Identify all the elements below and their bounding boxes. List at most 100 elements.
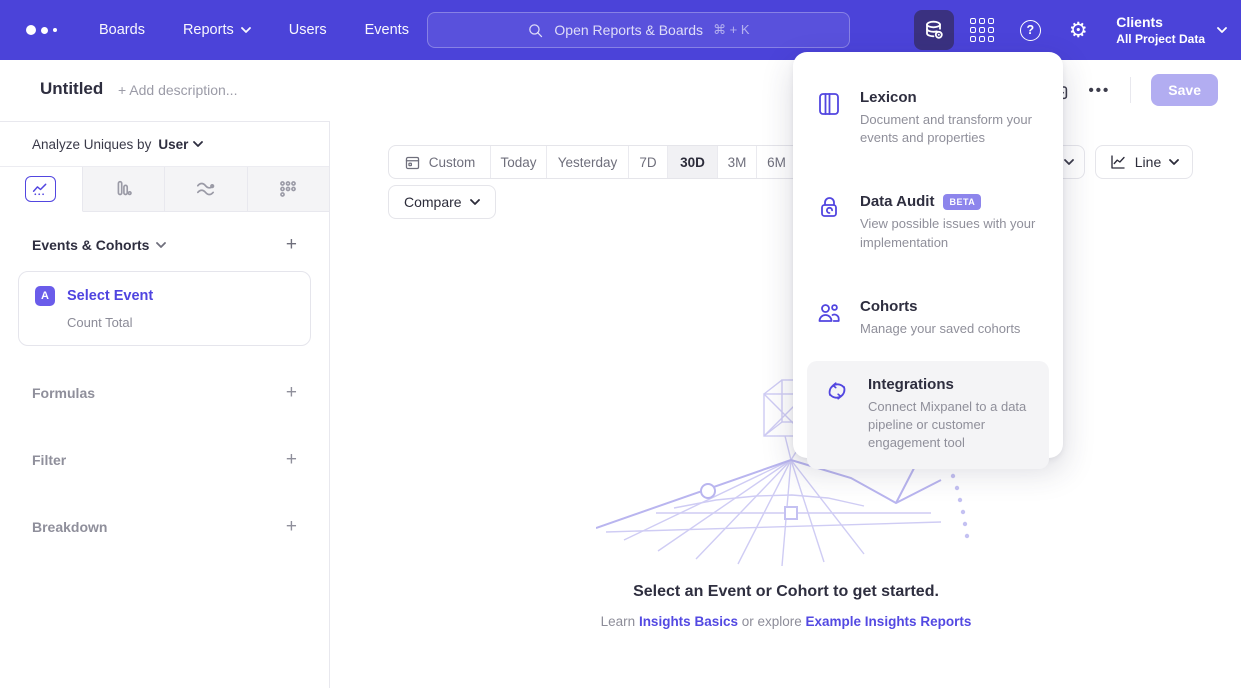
date-range-custom[interactable]: Custom bbox=[389, 146, 491, 178]
help-icon: ? bbox=[1020, 20, 1041, 41]
grid-icon bbox=[970, 18, 994, 42]
line-chart-icon bbox=[25, 176, 56, 202]
search-icon bbox=[527, 22, 544, 39]
menu-item-title: Integrations bbox=[868, 376, 954, 393]
data-management-button[interactable] bbox=[914, 10, 954, 50]
project-name: Clients bbox=[1116, 14, 1205, 30]
chart-type-tabs bbox=[0, 167, 329, 212]
filter-section: Filter + bbox=[32, 450, 297, 469]
mixpanel-logo-icon[interactable] bbox=[26, 25, 57, 35]
main-content: Custom Today Yesterday 7D 30D 3M 6M Comp… bbox=[331, 121, 1241, 688]
insights-basics-link[interactable]: Insights Basics bbox=[639, 614, 738, 629]
chart-type-dropdown[interactable]: Line bbox=[1095, 145, 1193, 179]
sidebar-sections: Events & Cohorts + A Select Event Count … bbox=[0, 235, 329, 536]
or-explore-text: or explore bbox=[738, 614, 806, 629]
analyze-label: Analyze Uniques by bbox=[32, 137, 151, 152]
nav-item-boards[interactable]: Boards bbox=[99, 22, 145, 38]
chevron-down-icon bbox=[193, 141, 203, 147]
menu-item-desc: Connect Mixpanel to a data pipeline or c… bbox=[868, 398, 1037, 453]
date-range-3m[interactable]: 3M bbox=[718, 146, 757, 178]
more-options-button[interactable]: ••• bbox=[1089, 83, 1111, 98]
database-gear-icon bbox=[922, 18, 946, 42]
query-sidebar: Analyze Uniques by User bbox=[0, 121, 330, 688]
chevron-down-icon bbox=[1217, 27, 1227, 33]
save-button[interactable]: Save bbox=[1151, 74, 1218, 106]
menu-item-integrations[interactable]: Integrations Connect Mixpanel to a data … bbox=[807, 361, 1049, 469]
report-header-actions: ••• Save bbox=[1048, 74, 1218, 106]
date-range-7d[interactable]: 7D bbox=[629, 146, 668, 178]
nav-menu: Boards Reports Users Events bbox=[99, 22, 409, 38]
tab-metrics-grid[interactable] bbox=[248, 167, 330, 211]
aggregation-selector[interactable]: Count Total bbox=[67, 315, 294, 330]
help-button[interactable]: ? bbox=[1010, 10, 1050, 50]
analyze-by-selector[interactable]: User bbox=[158, 137, 203, 152]
cohorts-people-icon bbox=[815, 299, 843, 327]
bar-chart-icon bbox=[112, 178, 134, 200]
add-event-button[interactable]: + bbox=[286, 235, 297, 254]
filter-label: Filter bbox=[32, 452, 66, 468]
menu-item-desc: View possible issues with your implement… bbox=[860, 215, 1038, 251]
lexicon-book-icon bbox=[815, 90, 843, 118]
chevron-down-icon bbox=[241, 27, 251, 33]
learn-prefix: Learn bbox=[601, 614, 639, 629]
line-chart-icon bbox=[1109, 153, 1127, 171]
date-range-30d[interactable]: 30D bbox=[668, 146, 718, 178]
chevron-down-icon bbox=[1169, 159, 1179, 165]
gear-icon: ⚙ bbox=[1069, 20, 1088, 41]
menu-item-title: Data Audit bbox=[860, 193, 934, 210]
menu-item-cohorts[interactable]: Cohorts Manage your saved cohorts bbox=[793, 287, 1063, 351]
menu-item-data-audit[interactable]: Data Audit BETA View possible issues wit… bbox=[793, 182, 1063, 264]
data-audit-icon bbox=[815, 194, 843, 222]
search-shortcut: ⌘ + K bbox=[713, 22, 750, 38]
breakdown-section: Breakdown + bbox=[32, 517, 297, 536]
series-badge: A bbox=[35, 286, 55, 306]
stream-icon bbox=[194, 178, 217, 201]
events-cohorts-toggle[interactable]: Events & Cohorts bbox=[32, 237, 166, 253]
search-input[interactable]: Open Reports & Boards ⌘ + K bbox=[427, 12, 850, 48]
date-range-yesterday[interactable]: Yesterday bbox=[547, 146, 629, 178]
menu-item-desc: Manage your saved cohorts bbox=[860, 320, 1020, 338]
add-description-field[interactable]: + Add description... bbox=[118, 82, 237, 98]
select-event-button[interactable]: Select Event bbox=[67, 288, 153, 304]
navbar-right: ? ⚙ Clients All Project Data bbox=[914, 0, 1227, 60]
analyze-row: Analyze Uniques by User bbox=[0, 122, 329, 167]
apps-grid-button[interactable] bbox=[962, 10, 1002, 50]
date-range-today[interactable]: Today bbox=[491, 146, 547, 178]
tab-flow-chart[interactable] bbox=[165, 167, 248, 211]
add-breakdown-button[interactable]: + bbox=[286, 517, 297, 536]
search-placeholder: Open Reports & Boards bbox=[554, 22, 703, 38]
tab-line-chart[interactable] bbox=[0, 167, 83, 212]
menu-item-title: Lexicon bbox=[860, 89, 917, 106]
chevron-down-icon bbox=[1064, 159, 1074, 165]
nav-item-users[interactable]: Users bbox=[289, 22, 327, 38]
events-cohorts-header: Events & Cohorts + bbox=[32, 235, 297, 254]
add-formula-button[interactable]: + bbox=[286, 383, 297, 402]
nav-item-reports[interactable]: Reports bbox=[183, 22, 251, 38]
menu-item-desc: Document and transform your events and p… bbox=[860, 111, 1038, 147]
settings-button[interactable]: ⚙ bbox=[1058, 10, 1098, 50]
formulas-label: Formulas bbox=[32, 385, 95, 401]
breakdown-label: Breakdown bbox=[32, 519, 107, 535]
formulas-section: Formulas + bbox=[32, 383, 297, 402]
nav-item-events[interactable]: Events bbox=[365, 22, 409, 38]
project-switcher[interactable]: Clients All Project Data bbox=[1116, 14, 1227, 46]
calendar-icon bbox=[404, 154, 421, 171]
integrations-sync-icon bbox=[823, 377, 851, 405]
top-navbar: Boards Reports Users Events Open Reports… bbox=[0, 0, 1241, 60]
dots-grid-icon bbox=[277, 178, 299, 200]
chevron-down-icon bbox=[156, 242, 166, 248]
date-range-6m[interactable]: 6M bbox=[757, 146, 797, 178]
empty-state-links: Learn Insights Basics or explore Example… bbox=[331, 614, 1241, 629]
divider bbox=[1130, 77, 1131, 103]
event-card[interactable]: A Select Event Count Total bbox=[18, 271, 311, 346]
add-filter-button[interactable]: + bbox=[286, 450, 297, 469]
beta-badge: BETA bbox=[943, 194, 981, 210]
chevron-down-icon bbox=[470, 199, 480, 205]
tab-bar-chart[interactable] bbox=[83, 167, 166, 211]
example-insights-reports-link[interactable]: Example Insights Reports bbox=[806, 614, 972, 629]
menu-item-lexicon[interactable]: Lexicon Document and transform your even… bbox=[793, 78, 1063, 160]
project-scope: All Project Data bbox=[1116, 32, 1205, 46]
report-title[interactable]: Untitled bbox=[40, 79, 103, 99]
compare-button[interactable]: Compare bbox=[388, 185, 496, 219]
menu-item-title: Cohorts bbox=[860, 298, 918, 315]
